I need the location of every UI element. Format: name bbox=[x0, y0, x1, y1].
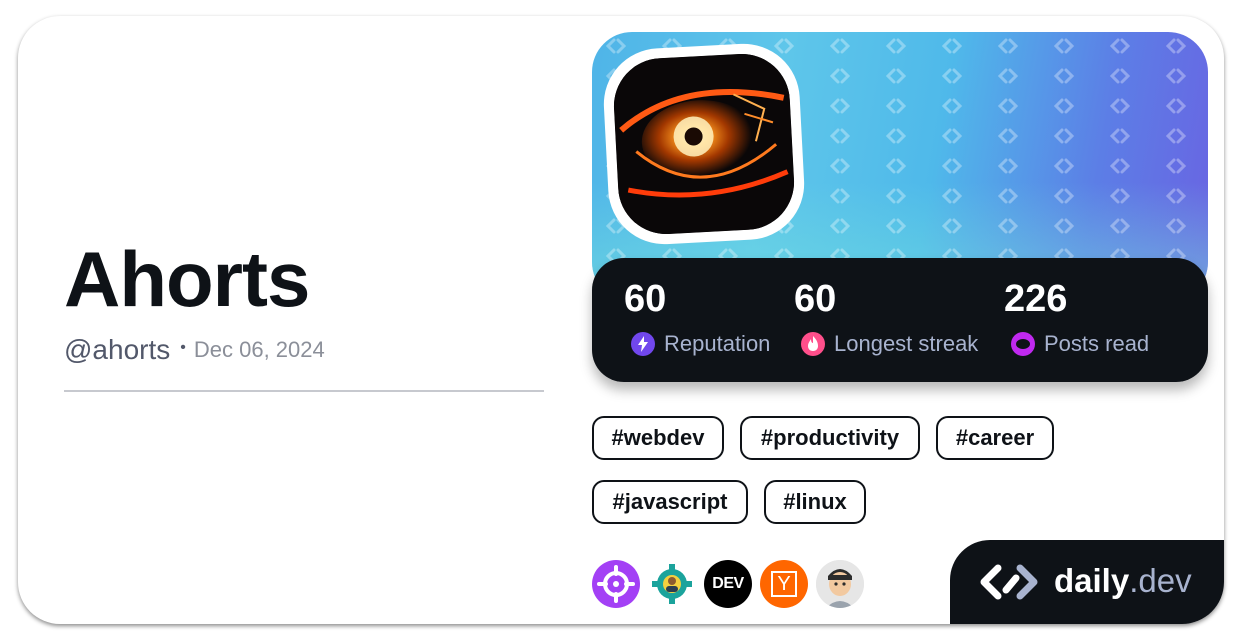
mech-eye-icon bbox=[611, 51, 797, 237]
person-avatar-icon bbox=[816, 560, 864, 608]
posts-read-value: 226 bbox=[1004, 278, 1068, 320]
stat-reputation: 60 Reputation bbox=[618, 278, 770, 357]
brand-suffix: .dev bbox=[1129, 562, 1192, 599]
eye-icon bbox=[1011, 332, 1035, 356]
reputation-value: 60 bbox=[624, 278, 667, 320]
join-date: Dec 06, 2024 bbox=[193, 337, 325, 362]
brand-name: daily bbox=[1054, 562, 1130, 599]
tag-chip[interactable]: #productivity bbox=[740, 416, 920, 460]
avatar[interactable] bbox=[601, 41, 807, 247]
profile-name: Ahorts bbox=[64, 235, 310, 323]
meta-separator: • bbox=[180, 339, 186, 356]
profile-meta: @ahorts • Dec 06, 2024 bbox=[64, 334, 325, 366]
stat-longest-streak: 60 Longest streak bbox=[788, 278, 978, 357]
stat-posts-read: 226 Posts read bbox=[998, 278, 1149, 357]
source-target[interactable] bbox=[592, 560, 640, 608]
avatar-image bbox=[611, 51, 797, 237]
tag-chip[interactable]: #linux bbox=[764, 480, 866, 524]
source-person[interactable] bbox=[816, 560, 864, 608]
profile-handle: @ahorts bbox=[64, 334, 171, 365]
streak-value: 60 bbox=[794, 278, 837, 320]
source-dev[interactable]: DEV bbox=[704, 560, 752, 608]
source-gear[interactable] bbox=[648, 560, 696, 608]
daily-dev-logo-icon bbox=[980, 564, 1038, 600]
reputation-label: Reputation bbox=[664, 331, 771, 356]
source-list: DEV Y bbox=[592, 560, 872, 608]
profile-card: Ahorts @ahorts • Dec 06, 2024 60 Reputat… bbox=[18, 16, 1224, 624]
gear-avatar-icon bbox=[652, 564, 692, 604]
stats-bar: 60 Reputation 60 Longest streak 226 Post… bbox=[592, 258, 1208, 382]
dev-icon: DEV bbox=[712, 575, 744, 592]
posts-read-label: Posts read bbox=[1044, 331, 1150, 356]
streak-label: Longest streak bbox=[834, 331, 979, 356]
brand-wordmark: daily.dev bbox=[1054, 562, 1192, 600]
tag-chip[interactable]: #javascript bbox=[592, 480, 748, 524]
tag-chip[interactable]: #webdev bbox=[592, 416, 724, 460]
divider bbox=[64, 390, 544, 392]
lightning-icon bbox=[631, 332, 655, 356]
daily-dev-brand: daily.dev bbox=[950, 540, 1224, 624]
target-icon bbox=[597, 565, 635, 603]
source-hacker-news[interactable]: Y bbox=[760, 560, 808, 608]
tag-chip[interactable]: #career bbox=[936, 416, 1054, 460]
flame-icon bbox=[801, 332, 825, 356]
hacker-news-icon: Y bbox=[777, 573, 791, 595]
